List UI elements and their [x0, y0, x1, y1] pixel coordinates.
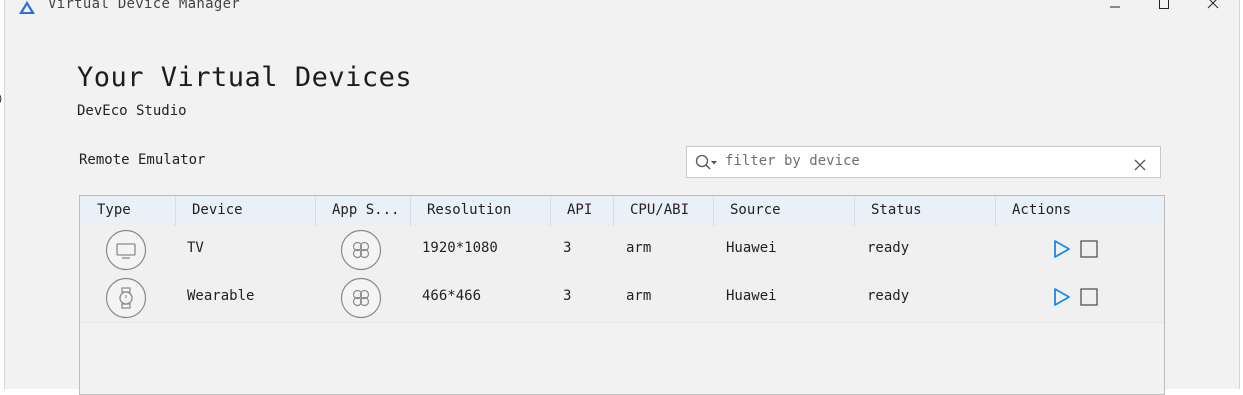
window-title: Virtual Device Manager: [48, 0, 241, 12]
page-subtitle: DevEco Studio: [77, 103, 187, 119]
api-value: 3: [563, 240, 572, 256]
stop-icon[interactable]: [1080, 240, 1098, 262]
column-header-type[interactable]: Type: [80, 196, 175, 226]
tv-icon: [105, 229, 147, 275]
status-value: ready: [867, 288, 910, 304]
edge-glyph: ): [0, 92, 2, 105]
watch-icon: [105, 277, 147, 323]
status-value: ready: [867, 240, 910, 256]
minimize-button[interactable]: [1095, 0, 1135, 17]
filter-box[interactable]: [686, 146, 1161, 178]
source-value: Huawei: [726, 288, 777, 304]
api-value: 3: [563, 288, 572, 304]
resolution-value: 1920*1080: [422, 240, 498, 256]
play-icon[interactable]: [1053, 287, 1071, 311]
column-header-source[interactable]: Source: [713, 196, 854, 226]
column-header-resolution[interactable]: Resolution: [410, 196, 550, 226]
virtual-device-manager-window: ) Virtual Device Manager Your Virtual De…: [0, 0, 1243, 395]
search-icon[interactable]: [695, 154, 719, 176]
resolution-value: 466*466: [422, 288, 482, 304]
section-label: Remote Emulator: [79, 152, 206, 168]
app-service-icon: [340, 277, 382, 323]
filter-input[interactable]: [725, 150, 1115, 172]
close-button[interactable]: [1193, 0, 1233, 17]
close-icon: [1207, 0, 1219, 9]
column-header-api[interactable]: API: [550, 196, 613, 226]
page-title: Your Virtual Devices: [77, 62, 413, 93]
minimize-icon: [1110, 6, 1120, 8]
device-table: Type Device App S... Resolution API CPU/…: [79, 195, 1165, 395]
maximize-icon: [1159, 0, 1169, 9]
column-header-app-service[interactable]: App S...: [315, 196, 410, 226]
column-header-cpu-abi[interactable]: CPU/ABI: [613, 196, 713, 226]
table-header: Type Device App S... Resolution API CPU/…: [80, 196, 1164, 227]
source-value: Huawei: [726, 240, 777, 256]
device-name: Wearable: [187, 288, 255, 304]
maximize-button[interactable]: [1144, 0, 1184, 17]
column-header-device[interactable]: Device: [175, 196, 315, 226]
cpu-value: arm: [626, 288, 652, 304]
play-icon[interactable]: [1053, 239, 1071, 263]
table-row[interactable]: Wearable 466*466 3 arm Huawei ready: [80, 274, 1164, 323]
title-bar[interactable]: Virtual Device Manager: [5, 0, 1239, 34]
device-name: TV: [187, 240, 204, 256]
stop-icon[interactable]: [1080, 288, 1098, 310]
column-header-status[interactable]: Status: [854, 196, 995, 226]
cpu-value: arm: [626, 240, 652, 256]
clear-icon[interactable]: [1134, 156, 1146, 175]
deveco-logo-icon: [19, 0, 35, 14]
left-window-edge: ): [0, 0, 5, 389]
right-window-edge: [1239, 0, 1243, 389]
table-row[interactable]: TV 1920*1080 3 arm Huawei ready: [80, 226, 1164, 275]
app-service-icon: [340, 229, 382, 275]
column-header-actions[interactable]: Actions: [995, 196, 1165, 226]
